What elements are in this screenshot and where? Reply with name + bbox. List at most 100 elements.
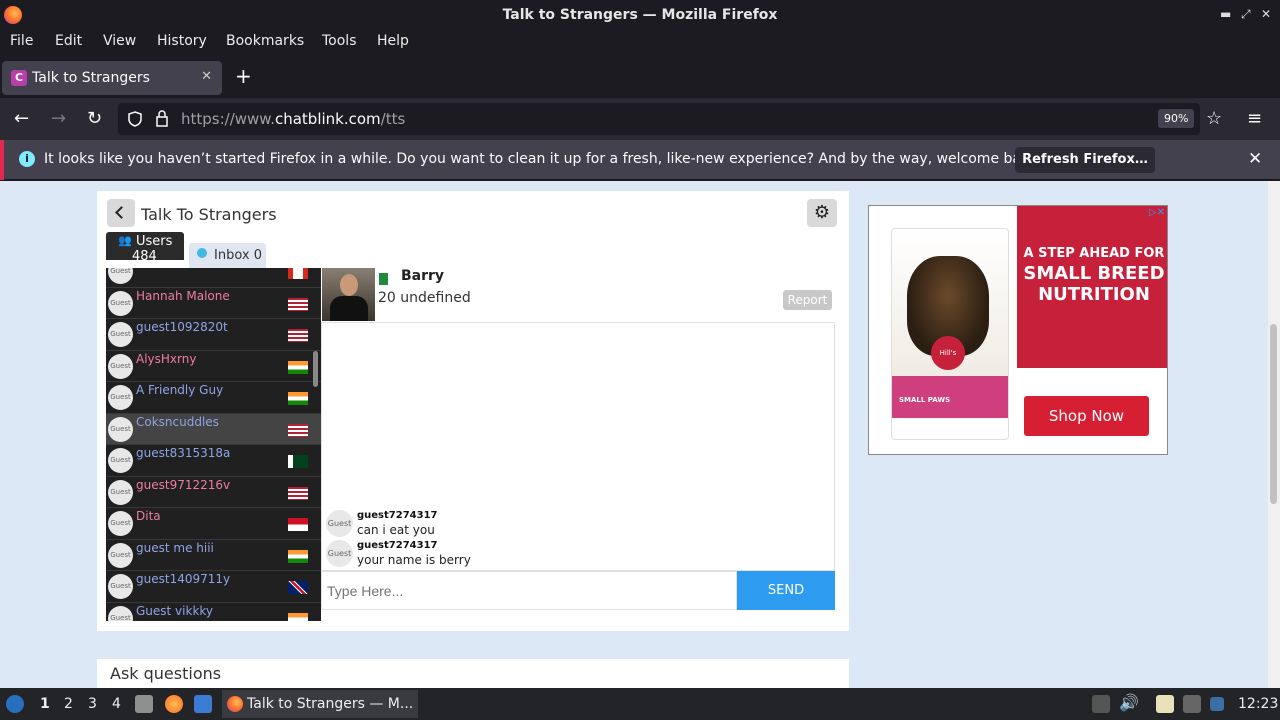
partner-info: 20 undefined: [378, 290, 471, 306]
usa-flag-icon: [288, 329, 308, 342]
menu-history[interactable]: History: [157, 33, 207, 49]
user-avatar: Guest: [108, 479, 133, 505]
user-list-item[interactable]: Guest AlysHxrny: [106, 351, 321, 382]
url-text[interactable]: https://www.chatblink.com/tts: [181, 110, 405, 128]
menu-tools[interactable]: Tools: [322, 33, 357, 49]
menu-view[interactable]: View: [103, 33, 136, 49]
send-button[interactable]: SEND: [737, 571, 835, 610]
user-list-item[interactable]: Guestbell end: [106, 268, 321, 288]
settings-gear-icon[interactable]: ⚙: [807, 199, 837, 227]
menu-edit[interactable]: Edit: [55, 33, 82, 49]
workspace-1[interactable]: 1: [40, 696, 50, 712]
user-avatar: Guest: [108, 511, 133, 536]
new-tab-icon[interactable]: +: [235, 64, 252, 88]
user-list[interactable]: Guestbell endGuestHannah MaloneGuestgues…: [106, 268, 321, 621]
message-sender: guest7274317: [357, 510, 438, 521]
forward-icon[interactable]: →: [51, 108, 66, 129]
user-list-item[interactable]: Guest Coksncuddles: [106, 413, 321, 445]
display-icon[interactable]: [1183, 695, 1201, 713]
user-list-item[interactable]: Guest Dita: [106, 508, 321, 540]
user-list-item[interactable]: Guest guest1409711y: [106, 571, 321, 603]
user-list-item[interactable]: Guest guest1092820t: [106, 319, 321, 351]
user-name: A Friendly Guy: [136, 383, 224, 397]
page-scrollbar-thumb[interactable]: [1270, 324, 1277, 504]
ask-questions-section: Ask questions: [97, 659, 849, 688]
users-icon: 👥: [118, 234, 132, 247]
ask-questions-heading: Ask questions: [110, 664, 222, 683]
workspace-3[interactable]: 3: [88, 696, 97, 712]
back-icon[interactable]: ←: [14, 108, 29, 129]
zoom-level[interactable]: 90%: [1158, 109, 1195, 128]
volume-icon[interactable]: 🔊: [1119, 693, 1139, 712]
firefox-launcher-icon[interactable]: [165, 695, 183, 713]
minimize-icon[interactable]: ▬: [1220, 7, 1231, 21]
file-manager-icon[interactable]: [135, 695, 153, 713]
shop-now-button[interactable]: Shop Now: [1024, 396, 1149, 436]
taskbar-firefox-task[interactable]: Talk to Strangers — M...: [222, 690, 418, 718]
tab-talk-to-strangers[interactable]: C Talk to Strangers ✕: [2, 61, 222, 95]
bookmark-star-icon[interactable]: ☆: [1206, 108, 1222, 129]
user-avatar: Guest: [108, 322, 133, 347]
tab-users[interactable]: 👥 Users 484: [106, 232, 184, 260]
taskbar: 1 2 3 4 Talk to Strangers — M... 🔊 12:23: [0, 688, 1280, 720]
inbox-tab-label: Inbox 0: [214, 248, 262, 263]
user-name: guest1092820t: [136, 320, 228, 334]
inbox-icon: [197, 248, 207, 258]
workspace-2[interactable]: 2: [64, 696, 73, 712]
pakistan-flag-icon: [288, 455, 308, 468]
menu-help[interactable]: Help: [377, 33, 409, 49]
uk-flag-icon: [288, 581, 308, 594]
terminal-icon[interactable]: [194, 695, 212, 713]
tray-updates-icon[interactable]: [1092, 695, 1110, 713]
clipboard-icon[interactable]: [1156, 695, 1174, 713]
ad-headline-main: SMALL BREED NUTRITION: [1023, 263, 1165, 305]
usa-flag-icon: [288, 486, 308, 500]
indonesia-flag-icon: [288, 518, 308, 531]
user-name: guest1409711y: [136, 572, 231, 586]
user-avatar: Guest: [108, 268, 133, 284]
user-avatar: Guest: [108, 290, 133, 316]
user-list-item[interactable]: Guest guest me hiii: [106, 540, 321, 571]
firefox-task-icon: [227, 696, 243, 712]
menu-file[interactable]: File: [10, 33, 33, 49]
tab-inbox[interactable]: Inbox 0: [189, 243, 266, 268]
user-list-item[interactable]: Guest guest8315318a: [106, 445, 321, 477]
user-name: guest8315318a: [136, 446, 231, 460]
user-list-item[interactable]: Guest Hannah Malone: [106, 288, 321, 319]
message-input[interactable]: [327, 580, 727, 602]
user-list-item[interactable]: Guest A Friendly Guy: [106, 382, 321, 414]
close-window-icon[interactable]: ✕: [1261, 7, 1271, 21]
start-menu-icon[interactable]: [6, 695, 24, 713]
user-list-item[interactable]: Guest guest9712216v: [106, 477, 321, 508]
close-tab-icon[interactable]: ✕: [201, 69, 212, 84]
report-button[interactable]: Report: [783, 290, 832, 310]
tab-label: Talk to Strangers: [32, 70, 150, 86]
user-avatar: Guest: [108, 353, 133, 379]
user-avatar: Guest: [108, 385, 133, 410]
refresh-firefox-button[interactable]: Refresh Firefox…: [1015, 147, 1155, 173]
page-scrollbar[interactable]: [1268, 181, 1280, 688]
lock-icon[interactable]: [155, 110, 169, 127]
menu-bookmarks[interactable]: Bookmarks: [226, 33, 304, 49]
workspace-4[interactable]: 4: [112, 696, 121, 712]
info-icon: i: [19, 151, 35, 167]
user-name: bell end: [136, 268, 184, 271]
user-list-item[interactable]: Guest Guest vikkky: [106, 603, 321, 621]
hamburger-menu-icon[interactable]: ≡: [1247, 108, 1262, 129]
user-avatar: Guest: [108, 416, 133, 442]
user-name: Guest vikkky: [136, 603, 214, 618]
close-notification-icon[interactable]: ✕: [1248, 149, 1262, 169]
page-content: Talk To Strangers ⚙ 👥 Users 484 Inbox 0 …: [0, 181, 1268, 688]
reload-icon[interactable]: ↻: [87, 108, 102, 129]
network-icon[interactable]: [1210, 697, 1224, 711]
ad-choices-icon[interactable]: ▷✕: [1149, 207, 1165, 218]
advertisement[interactable]: A STEP AHEAD FOR SMALL BREED NUTRITION Sh…: [868, 205, 1168, 455]
maximize-icon[interactable]: ⤢: [1241, 7, 1251, 22]
partner-avatar[interactable]: [322, 268, 375, 321]
partner-name: Barry: [401, 268, 445, 284]
shield-icon[interactable]: [128, 111, 142, 127]
user-list-scrollbar[interactable]: [313, 351, 318, 387]
user-avatar: Guest: [108, 574, 133, 599]
message-input-box[interactable]: [321, 571, 737, 610]
back-button[interactable]: [107, 199, 135, 227]
